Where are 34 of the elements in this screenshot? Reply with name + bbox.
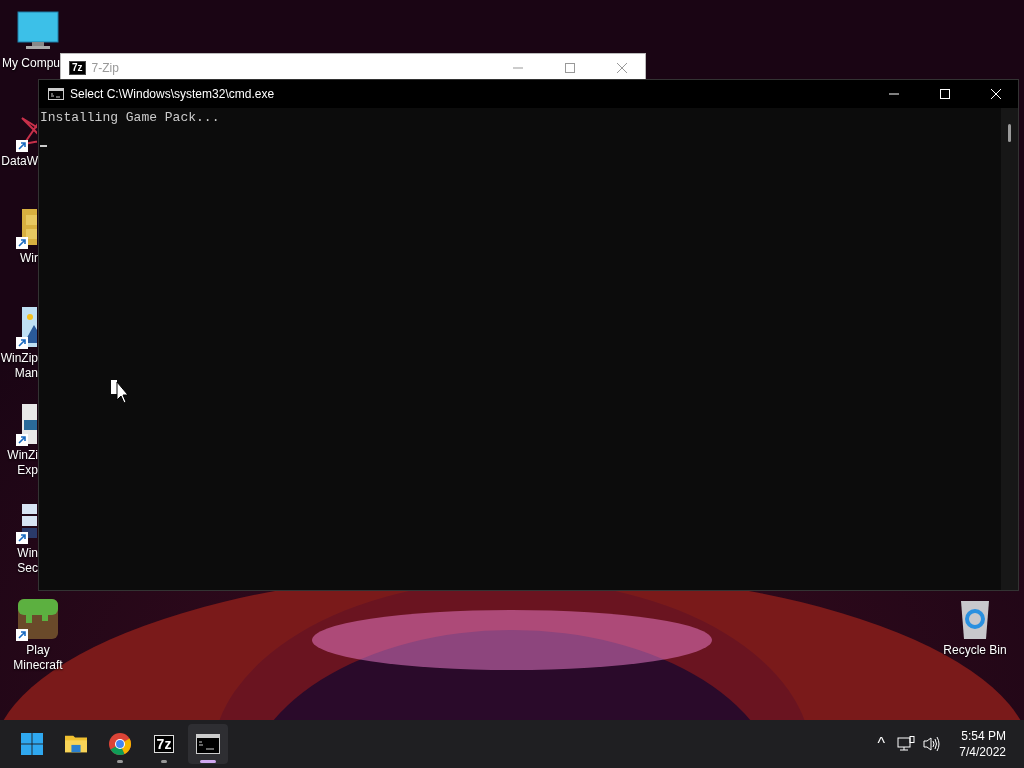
scrollbar[interactable]	[1001, 108, 1018, 590]
grass-block-icon[interactable]	[16, 597, 60, 641]
volume-icon[interactable]	[923, 736, 942, 752]
folder-icon	[64, 733, 88, 755]
desktop-icon-label: Play	[26, 643, 50, 658]
desktop-icon-label: Man	[14, 366, 38, 381]
desktop-icon-label: My Compu	[2, 56, 60, 71]
desktop-icon-label: Sec	[17, 561, 38, 576]
desktop-icon-label: Recycle Bin	[943, 643, 1007, 658]
window-title: 7-Zip	[91, 60, 119, 75]
app-logo-icon: 7z	[69, 60, 86, 75]
taskbar-button[interactable]: 7z	[144, 724, 184, 764]
show-hidden-icons-button[interactable]: ^	[873, 735, 890, 753]
scrollbar-thumb[interactable]	[1008, 124, 1011, 142]
desktop-icon-label: WinZi	[7, 448, 38, 463]
clock-time[interactable]: 5:54 PM	[961, 728, 1006, 744]
desktop-icon-label: DataW	[1, 154, 38, 169]
network-icon[interactable]	[897, 736, 916, 752]
browser-icon	[108, 733, 132, 755]
window-title: Select C:\Windows\system32\cmd.exe	[70, 87, 275, 101]
desktop-icon-label: WinZip	[0, 351, 38, 366]
desktop-icon-label: Minecraft	[13, 658, 63, 673]
desktop-icon-label: Win	[17, 546, 38, 561]
taskbar-button[interactable]	[188, 724, 228, 764]
console-icon	[196, 733, 220, 755]
app-logo-icon: 7z	[153, 735, 175, 753]
console-icon	[48, 88, 64, 100]
text-cursor	[40, 145, 47, 147]
mouse-pointer-icon	[111, 380, 129, 404]
console-output: Installing Game Pack...	[40, 110, 220, 126]
clock-date[interactable]: 7/4/2022	[959, 744, 1006, 760]
desktop-icon-label: Wir	[20, 251, 38, 266]
desktop-icon-label: Exp	[17, 463, 38, 478]
windows-logo-icon	[20, 733, 44, 755]
